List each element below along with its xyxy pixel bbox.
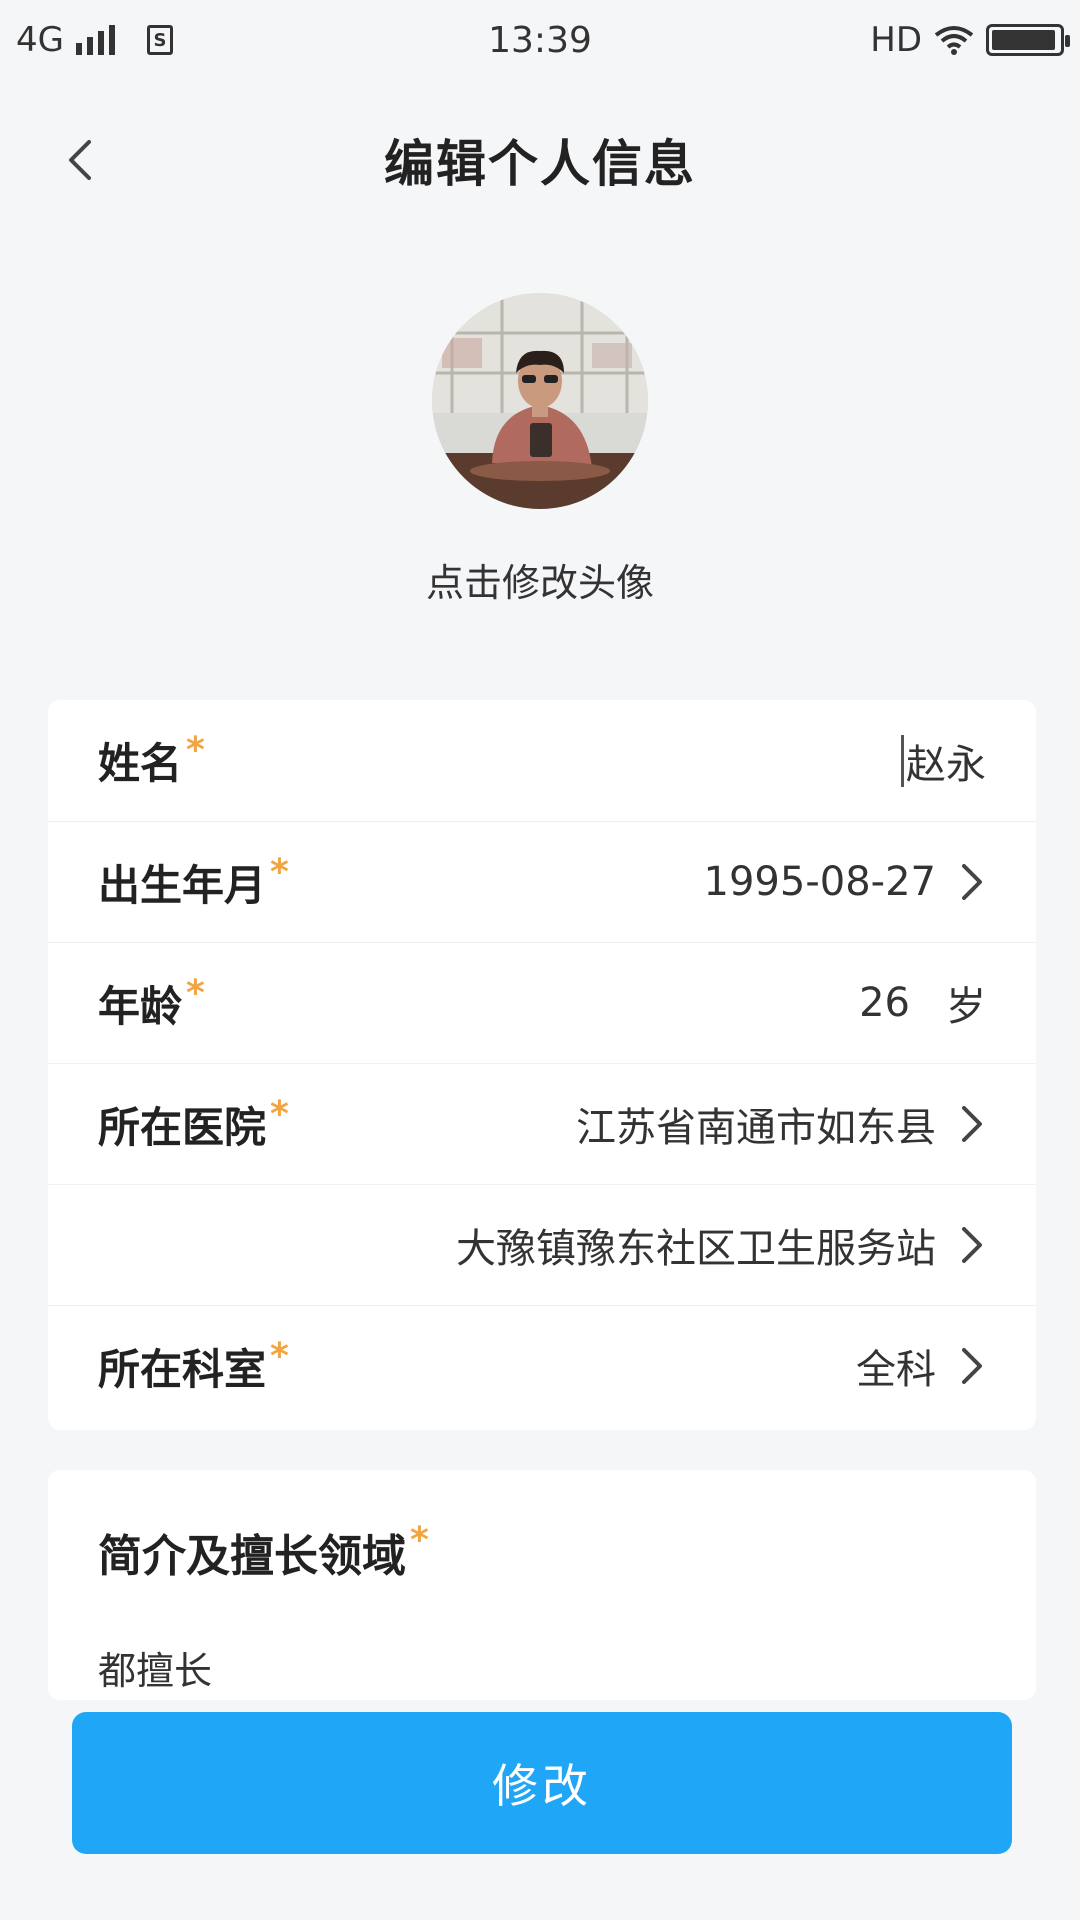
department-row[interactable]: 所在科室 * 全科 <box>48 1305 1036 1426</box>
age-value-wrap: 26 岁 <box>859 974 986 1032</box>
avatar[interactable] <box>432 293 648 509</box>
chevron-right-icon <box>962 1106 982 1142</box>
required-mark: * <box>186 730 205 771</box>
hospital-name-value: 大豫镇豫东社区卫生服务站 <box>456 1226 936 1272</box>
age-value: 26 <box>859 980 910 1026</box>
edit-profile-screen: 4G S 13:39 HD 编辑个人信息 点击修改头像 姓名 * 赵永 出生年月… <box>0 0 1080 1920</box>
required-mark: * <box>270 1335 289 1377</box>
hospital-name-value-wrap: 大豫镇豫东社区卫生服务站 <box>456 1216 986 1274</box>
page-title: 编辑个人信息 <box>384 135 696 193</box>
back-button[interactable] <box>50 130 110 190</box>
department-label: 所在科室 * <box>98 1335 289 1394</box>
chevron-left-icon <box>69 140 91 180</box>
hospital-name-row[interactable]: 大豫镇豫东社区卫生服务站 <box>48 1184 1036 1305</box>
intro-card: 简介及擅长领域 * 都擅长 <box>48 1470 1036 1700</box>
profile-form-card: 姓名 * 赵永 出生年月 * 1995-08-27 年龄 * 26 岁 所在医院 * 江苏… <box>48 700 1036 1430</box>
chevron-right-icon <box>962 1348 982 1384</box>
text-cursor <box>901 734 904 787</box>
age-unit: 岁 <box>946 984 986 1030</box>
name-input[interactable]: 赵永 <box>901 732 986 790</box>
age-row: 年龄 * 26 岁 <box>48 942 1036 1063</box>
birthdate-row[interactable]: 出生年月 * 1995-08-27 <box>48 821 1036 942</box>
avatar-hint[interactable]: 点击修改头像 <box>0 552 1080 607</box>
intro-textarea[interactable]: 都擅长 <box>98 1640 986 1695</box>
department-value: 全科 <box>856 1347 936 1393</box>
battery-level <box>992 30 1055 50</box>
name-value: 赵永 <box>906 741 986 788</box>
page-header: 编辑个人信息 <box>0 100 1080 220</box>
required-mark: * <box>270 1093 289 1135</box>
chevron-right-icon <box>962 1227 982 1263</box>
chevron-right-icon <box>962 864 982 900</box>
birthdate-label: 出生年月 * <box>98 851 289 910</box>
submit-button[interactable]: 修改 <box>72 1712 1012 1854</box>
name-row[interactable]: 姓名 * 赵永 <box>48 700 1036 821</box>
hospital-region-row[interactable]: 所在医院 * 江苏省南通市如东县 <box>48 1063 1036 1184</box>
hospital-region-value-wrap: 江苏省南通市如东县 <box>576 1095 986 1153</box>
battery-icon <box>986 24 1070 56</box>
status-bar: 4G S 13:39 HD <box>0 0 1080 80</box>
status-time: 13:39 <box>488 19 592 61</box>
age-label: 年龄 * <box>98 972 205 1031</box>
required-mark: * <box>270 851 289 893</box>
birthdate-value-wrap: 1995-08-27 <box>704 859 986 905</box>
department-value-wrap: 全科 <box>856 1337 986 1395</box>
required-mark: * <box>186 972 205 1014</box>
name-label: 姓名 * <box>98 730 205 788</box>
avatar-photo <box>432 293 648 509</box>
hospital-region-value: 江苏省南通市如东县 <box>576 1105 936 1151</box>
birthdate-value: 1995-08-27 <box>703 859 936 905</box>
hospital-label: 所在医院 * <box>98 1093 289 1152</box>
intro-label: 简介及擅长领域 * <box>98 1520 429 1582</box>
required-mark: * <box>410 1520 429 1561</box>
